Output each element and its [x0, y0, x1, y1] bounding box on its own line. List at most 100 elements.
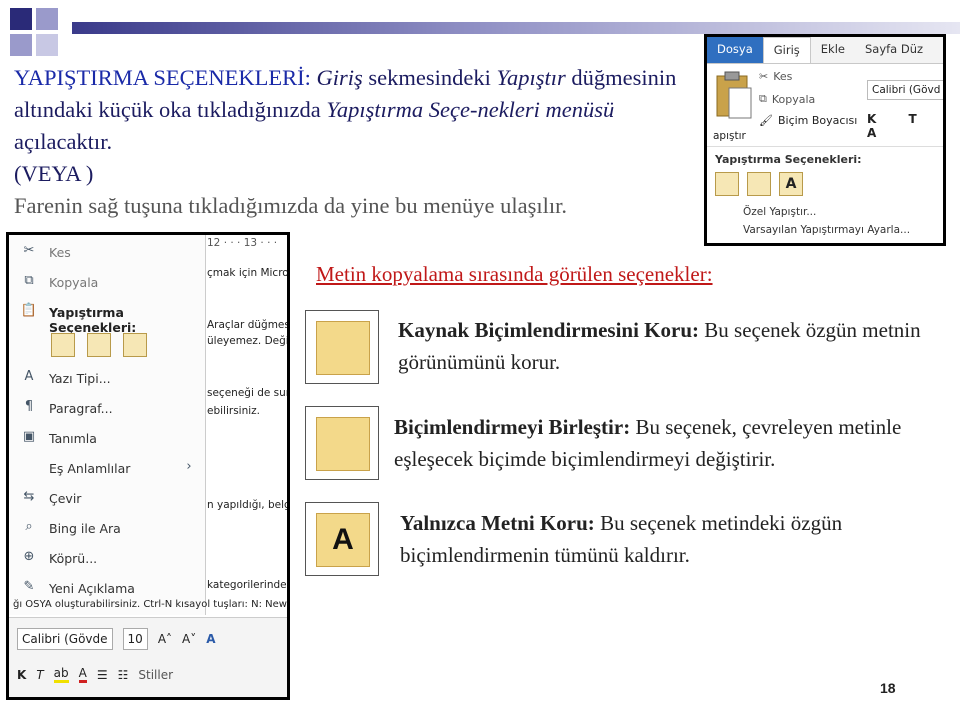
mini-toolbar: Calibri (Gövde 10 A˄ A˅ A K T ab A ☰ ☷ S…: [9, 617, 287, 697]
doc-line: üleyemez. Değiş: [207, 335, 290, 347]
scissors-icon: ✂: [759, 70, 769, 83]
numbering-icon[interactable]: ☷: [118, 668, 129, 682]
copy-icon: ⧉: [24, 273, 34, 288]
page-number: 18: [880, 680, 896, 696]
bullets-icon[interactable]: ☰: [97, 668, 108, 682]
tab-sayfa-duzeni[interactable]: Sayfa Düz: [855, 37, 933, 63]
doc-line: ebilirsiniz.: [207, 405, 261, 417]
corner-square-4: [36, 34, 58, 56]
font-color-icon[interactable]: A: [78, 666, 87, 683]
ribbon-screenshot: Dosya Giriş Ekle Sayfa Düz apıştır ✂ Kes …: [704, 34, 946, 246]
link-icon: ⊕: [23, 549, 35, 564]
keep-source-formatting-icon: [305, 310, 379, 384]
ribbon-tabs: Dosya Giriş Ekle Sayfa Düz: [707, 37, 943, 64]
button-ref: Yapıştır: [496, 65, 566, 90]
scissors-icon: ✂: [23, 243, 35, 258]
merge-formatting-icon[interactable]: [87, 333, 111, 357]
menu-item-yazi-tipi[interactable]: Yazı Tipi...: [49, 371, 111, 386]
keep-text-only-icon[interactable]: A: [779, 172, 803, 196]
corner-square-1: [10, 8, 32, 30]
menu-item-yeni-aciklama[interactable]: Yeni Açıklama: [49, 581, 135, 596]
set-default-paste-item[interactable]: Varsayılan Yapıştırmayı Ayarla...: [743, 224, 943, 236]
menu-item-paste-options: Yapıştırma Seçenekleri:: [49, 305, 137, 335]
paste-icon[interactable]: [713, 70, 753, 124]
doc-line: kategorilerinden: [207, 579, 290, 591]
option-3-title: Yalnızca Metni Koru:: [400, 511, 595, 535]
ruler: 12 · · · 13 · · ·: [207, 237, 278, 249]
italic-icon[interactable]: T: [36, 668, 43, 682]
section-title: YAPIŞTIRMA SEÇENEKLERİ:: [14, 65, 311, 90]
option-1-description: Kaynak Biçimlendirmesini Koru: Bu seçene…: [398, 314, 938, 378]
paste-button-label[interactable]: apıştır: [713, 130, 746, 142]
title-bar-decoration: [72, 22, 960, 34]
menu-item-cevir[interactable]: Çevir: [49, 491, 81, 506]
mini-font-box[interactable]: Calibri (Gövde: [17, 628, 113, 650]
define-icon: ▣: [22, 429, 36, 444]
option-3-description: Yalnızca Metni Koru: Bu seçenek metindek…: [400, 507, 960, 571]
paste-options-icons: A: [715, 172, 943, 196]
doc-line: seçeneği de sun: [207, 387, 290, 399]
highlight-icon[interactable]: ab: [53, 666, 69, 683]
comment-icon: ✎: [23, 579, 35, 594]
font-name-box[interactable]: Calibri (Gövd: [867, 80, 943, 100]
grow-font-icon[interactable]: A˄: [158, 632, 172, 646]
clipboard-a-icon: A: [316, 513, 370, 567]
menu-item-kopyala[interactable]: Kopyala: [49, 275, 98, 290]
shrink-font-icon[interactable]: A˅: [182, 632, 196, 646]
corner-square-2: [36, 8, 58, 30]
options-heading: Metin kopyalama sırasında görülen seçene…: [316, 262, 713, 286]
menu-item-kes[interactable]: Kes: [49, 245, 71, 260]
option-2-description: Biçimlendirmeyi Birleştir: Bu seçenek, ç…: [394, 411, 960, 475]
brush-icon: 🖌: [759, 114, 773, 127]
translate-icon: ⇆: [23, 489, 35, 504]
keep-source-formatting-icon[interactable]: [715, 172, 739, 196]
option-2-title: Biçimlendirmeyi Birleştir:: [394, 415, 631, 439]
cut-command[interactable]: ✂ Kes: [759, 70, 792, 83]
copy-icon: ⧉: [759, 92, 767, 105]
intro-text: YAPIŞTIRMA SEÇENEKLERİ: Giriş sekmesinde…: [14, 65, 677, 218]
doc-line: çmak için Micros: [207, 267, 290, 279]
doc-bottom-line: ğı OSYA oluşturabilirsiniz. Ctrl-N kısay…: [13, 599, 287, 610]
tab-dosya[interactable]: Dosya: [707, 37, 763, 63]
merge-formatting-icon: [305, 406, 379, 480]
bold-icon[interactable]: K: [17, 668, 26, 682]
or-text: (VEYA ): [14, 161, 94, 186]
format-buttons[interactable]: K T A: [867, 112, 943, 140]
merge-formatting-icon[interactable]: [747, 172, 771, 196]
styles-label[interactable]: Stiller: [138, 668, 173, 682]
clipboard-brush-icon: [316, 321, 370, 375]
context-menu-screenshot: 12 · · · 13 · · · ✂ Kes ⧉ Kopyala 📋 Yapı…: [6, 232, 290, 700]
search-icon: ⌕: [25, 519, 33, 534]
keep-text-only-icon: A: [305, 502, 379, 576]
keep-source-formatting-icon[interactable]: [51, 333, 75, 357]
paste-options-heading: Yapıştırma Seçenekleri:: [715, 153, 862, 166]
doc-line: n yapıldığı, belge: [207, 499, 290, 511]
clipboard-icon: 📋: [20, 303, 38, 318]
font-icon: A: [24, 369, 34, 384]
menu-item-paragraf[interactable]: Paragraf...: [49, 401, 113, 416]
clipboard-arrow-icon: [316, 417, 370, 471]
tab-ref: Giriş: [316, 65, 363, 90]
option-1-title: Kaynak Biçimlendirmesini Koru:: [398, 318, 700, 342]
styles-icon[interactable]: A: [206, 632, 215, 646]
menu-ref: Yapıştırma Seçe-nekleri menüsü: [326, 97, 615, 122]
paste-special-item[interactable]: Özel Yapıştır...: [743, 206, 943, 218]
tab-giris[interactable]: Giriş: [762, 37, 811, 63]
menu-item-es-anlamlilar[interactable]: Eş Anlamlılar: [49, 461, 130, 476]
context-menu: ✂ Kes ⧉ Kopyala 📋 Yapıştırma Seçenekleri…: [9, 235, 206, 615]
paragraph-icon: ¶: [24, 399, 34, 414]
menu-item-kopru[interactable]: Köprü...: [49, 551, 97, 566]
chevron-right-icon: ›: [186, 459, 192, 474]
intro-p2: Farenin sağ tuşuna tıkladığımızda da yin…: [14, 193, 568, 218]
context-paste-icons: [51, 333, 147, 357]
mini-size-box[interactable]: 10: [122, 628, 148, 650]
picture-icon[interactable]: [123, 333, 147, 357]
corner-square-3: [10, 34, 32, 56]
format-painter-command[interactable]: 🖌 Biçim Boyacısı: [759, 114, 857, 127]
ribbon-body: apıştır ✂ Kes ⧉ Kopyala 🖌 Biçim Boyacısı Ca…: [707, 64, 943, 147]
menu-item-bing-ile-ara[interactable]: Bing ile Ara: [49, 521, 121, 536]
tab-ekle[interactable]: Ekle: [811, 37, 855, 63]
copy-command[interactable]: ⧉ Kopyala: [759, 92, 815, 106]
menu-item-tanimla[interactable]: Tanımla: [49, 431, 97, 446]
doc-line: Araçlar düğmesin: [207, 319, 290, 331]
